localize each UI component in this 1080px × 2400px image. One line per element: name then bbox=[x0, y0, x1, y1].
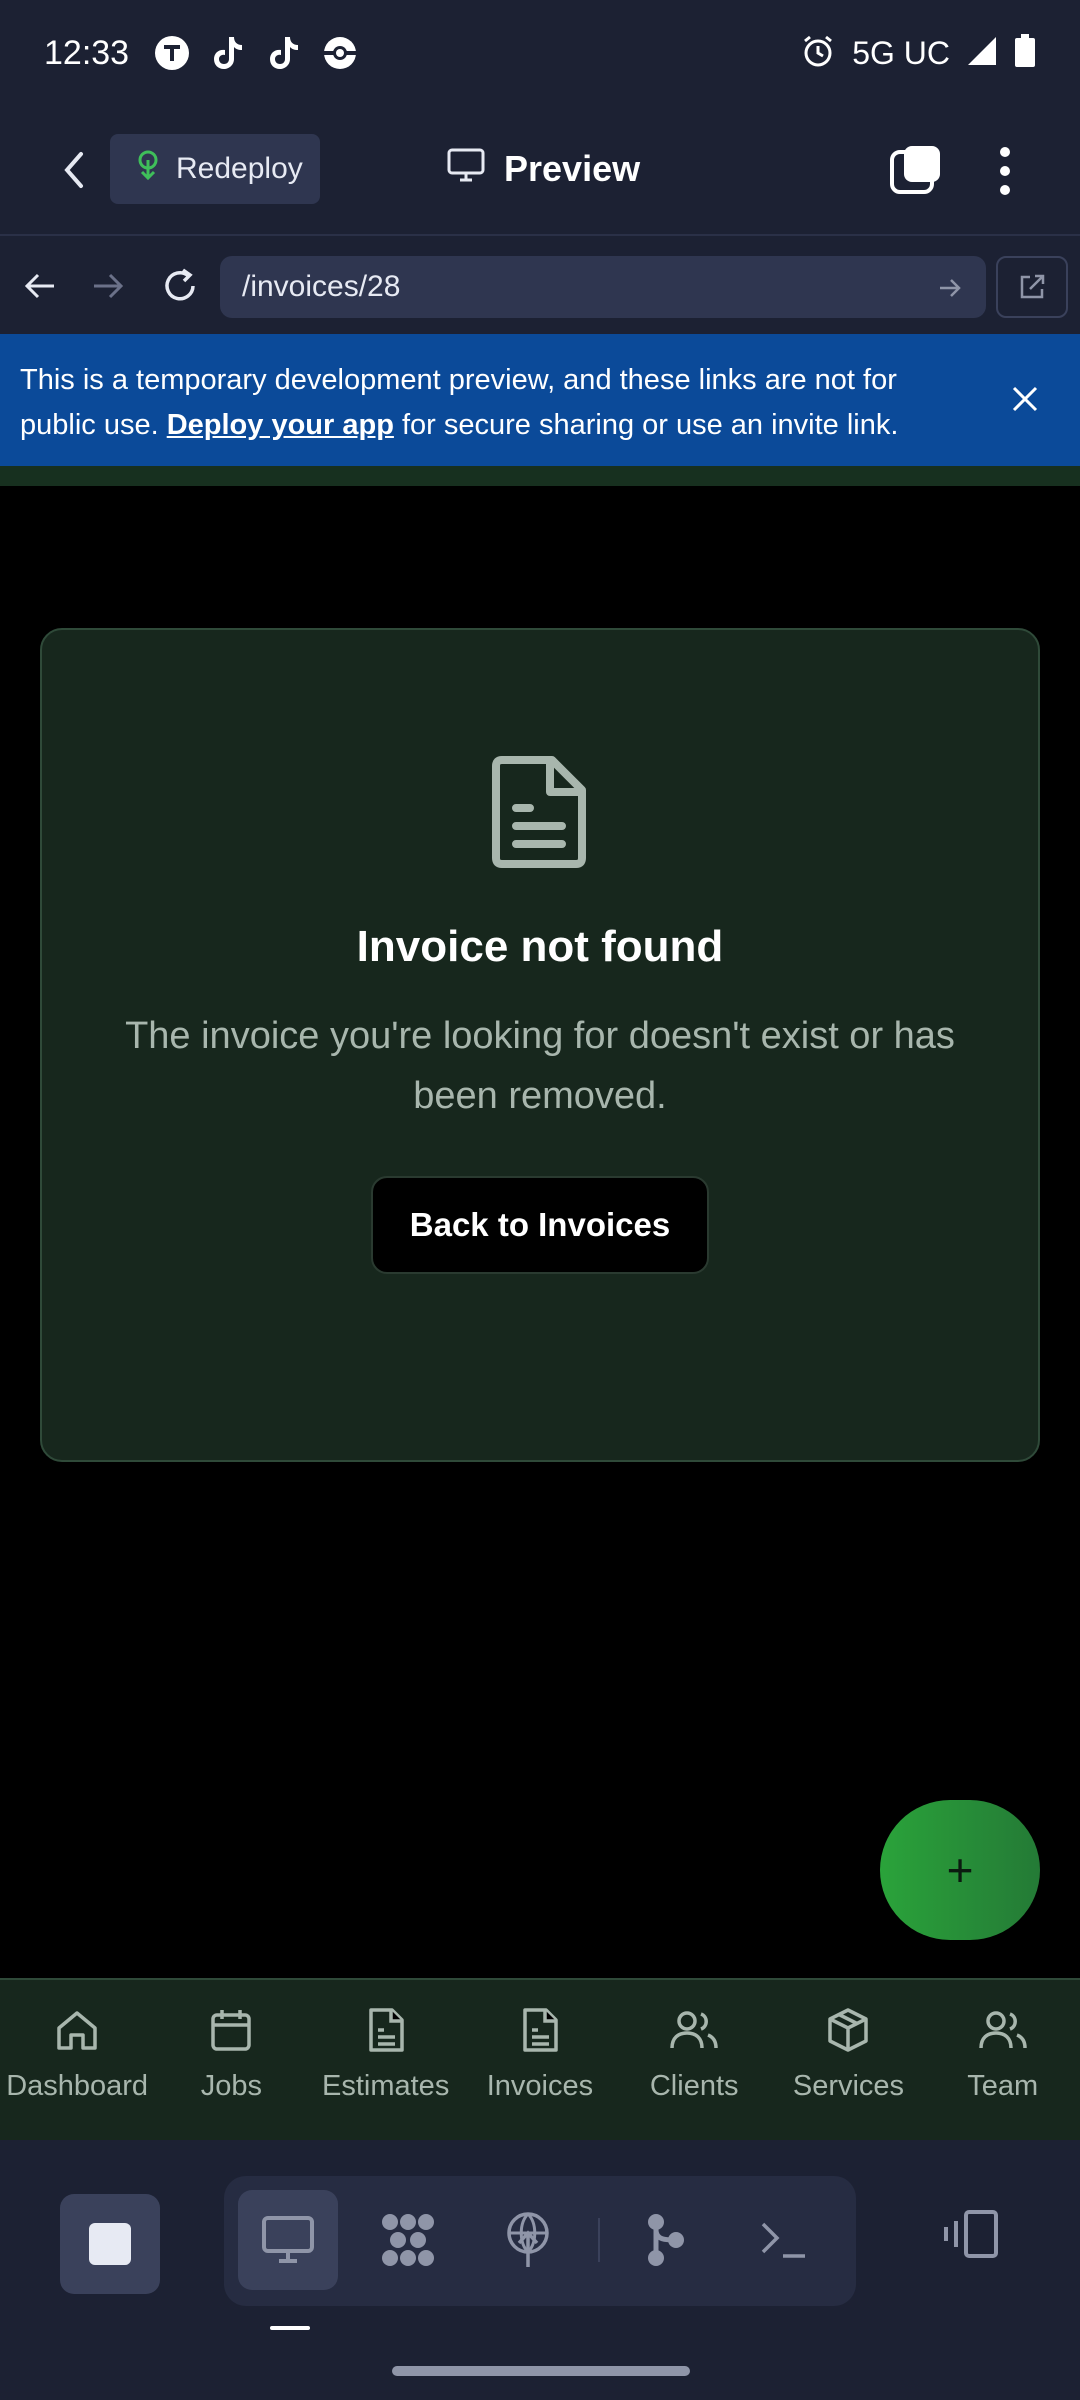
package-icon bbox=[822, 2004, 874, 2056]
tabs-icon bbox=[890, 146, 940, 194]
nav-back-button[interactable] bbox=[10, 256, 70, 316]
terminal-icon bbox=[761, 2222, 805, 2258]
split-view-button[interactable] bbox=[940, 2204, 1000, 2264]
app-bar: Redeploy Preview bbox=[0, 106, 1080, 234]
tabs-button[interactable] bbox=[888, 142, 944, 198]
back-to-invoices-button[interactable]: Back to Invoices bbox=[371, 1176, 709, 1274]
url-bar: /invoices/28 bbox=[0, 234, 1080, 334]
more-menu-button[interactable] bbox=[980, 136, 1030, 206]
tiktok-icon bbox=[265, 34, 303, 72]
redeploy-label: Redeploy bbox=[176, 152, 303, 185]
refresh-icon bbox=[165, 268, 195, 301]
notification-icons bbox=[153, 34, 359, 72]
plus-icon: + bbox=[946, 1844, 974, 1896]
deploy-app-link[interactable]: Deploy your app bbox=[167, 409, 394, 441]
pokeball-icon bbox=[321, 34, 359, 72]
status-time: 12:33 bbox=[44, 33, 130, 72]
battery-icon bbox=[1014, 33, 1036, 73]
nav-label: Estimates bbox=[322, 2070, 450, 2102]
close-icon bbox=[1012, 386, 1038, 412]
document-icon bbox=[492, 756, 586, 868]
nav-item-clients[interactable]: Clients bbox=[617, 1980, 771, 2140]
dock-tool-group bbox=[224, 2176, 856, 2306]
deploy-icon bbox=[134, 150, 162, 188]
reload-button[interactable] bbox=[150, 256, 210, 316]
bottom-nav: Dashboard Jobs Estimates Invoices Client… bbox=[0, 1978, 1080, 2140]
status-right: 5G UC bbox=[800, 33, 1036, 74]
empty-state-title: Invoice not found bbox=[356, 922, 724, 971]
page-title: Preview bbox=[504, 148, 641, 189]
arrow-right-icon bbox=[940, 279, 961, 297]
chevron-left-icon bbox=[64, 152, 83, 188]
active-tab-indicator bbox=[270, 2326, 310, 2330]
nav-item-team[interactable]: Team bbox=[926, 1980, 1080, 2140]
preview-warning-banner: This is a temporary development preview,… bbox=[0, 334, 1080, 466]
git-tool-button[interactable] bbox=[614, 2190, 714, 2290]
banner-close-button[interactable] bbox=[1000, 374, 1050, 424]
signal-icon bbox=[966, 35, 998, 72]
preview-title: Preview bbox=[446, 134, 640, 204]
invoice-not-found-card: Invoice not found The invoice you're loo… bbox=[40, 628, 1040, 1462]
stop-button[interactable] bbox=[60, 2194, 160, 2294]
external-link-icon bbox=[1020, 274, 1045, 299]
users-icon bbox=[977, 2004, 1029, 2056]
nav-label: Invoices bbox=[486, 2070, 594, 2102]
nav-item-services[interactable]: Services bbox=[771, 1980, 925, 2140]
nav-label: Team bbox=[967, 2070, 1039, 2102]
back-button[interactable] bbox=[44, 140, 104, 200]
document-icon bbox=[360, 2004, 412, 2056]
nav-item-invoices[interactable]: Invoices bbox=[463, 1980, 617, 2140]
url-text: /invoices/28 bbox=[242, 270, 401, 303]
banner-text-end: for secure sharing or use an invite link… bbox=[393, 409, 899, 441]
stop-icon bbox=[89, 2223, 131, 2265]
nav-forward-button[interactable] bbox=[78, 256, 138, 316]
users-icon bbox=[668, 2004, 720, 2056]
empty-state-message: The invoice you're looking for doesn't e… bbox=[125, 1015, 955, 1117]
split-panel-icon bbox=[944, 2210, 998, 2258]
monitor-icon bbox=[262, 2216, 314, 2263]
nav-item-estimates[interactable]: Estimates bbox=[309, 1980, 463, 2140]
shell-tool-button[interactable] bbox=[734, 2190, 834, 2290]
dock-divider bbox=[598, 2218, 600, 2262]
calendar-icon bbox=[205, 2004, 257, 2056]
deploy-globe-icon bbox=[507, 2212, 549, 2267]
tiktok-icon bbox=[209, 34, 247, 72]
nav-item-dashboard[interactable]: Dashboard bbox=[0, 1980, 154, 2140]
preview-tool-button[interactable] bbox=[238, 2190, 338, 2290]
git-branch-icon bbox=[648, 2214, 684, 2266]
go-button[interactable] bbox=[930, 268, 970, 308]
add-fab-button[interactable]: + bbox=[880, 1800, 1040, 1940]
nav-item-jobs[interactable]: Jobs bbox=[154, 1980, 308, 2140]
nav-label: Dashboard bbox=[6, 2070, 149, 2102]
home-indicator[interactable] bbox=[392, 2366, 690, 2376]
t-mobile-icon bbox=[153, 34, 191, 72]
more-vertical-icon bbox=[1000, 147, 1010, 195]
network-type: 5G UC bbox=[852, 34, 950, 71]
workspace-dock bbox=[0, 2140, 1080, 2400]
cluster-icon bbox=[382, 2214, 434, 2266]
app-header-strip bbox=[0, 466, 1080, 486]
arrow-right-icon bbox=[94, 273, 124, 299]
deploy-tool-button[interactable] bbox=[478, 2190, 578, 2290]
url-input[interactable]: /invoices/28 bbox=[220, 256, 986, 318]
status-bar: 12:33 5G UC bbox=[0, 0, 1080, 106]
arrow-left-icon bbox=[24, 273, 54, 299]
alarm-icon bbox=[800, 33, 836, 74]
monitor-icon bbox=[446, 147, 486, 192]
nav-label: Clients bbox=[649, 2070, 739, 2102]
agent-tool-button[interactable] bbox=[358, 2190, 458, 2290]
document-icon bbox=[514, 2004, 566, 2056]
nav-label: Services bbox=[792, 2070, 905, 2102]
open-external-button[interactable] bbox=[996, 256, 1068, 318]
nav-label: Jobs bbox=[200, 2070, 263, 2102]
home-icon bbox=[51, 2004, 103, 2056]
redeploy-button[interactable]: Redeploy bbox=[110, 134, 320, 204]
